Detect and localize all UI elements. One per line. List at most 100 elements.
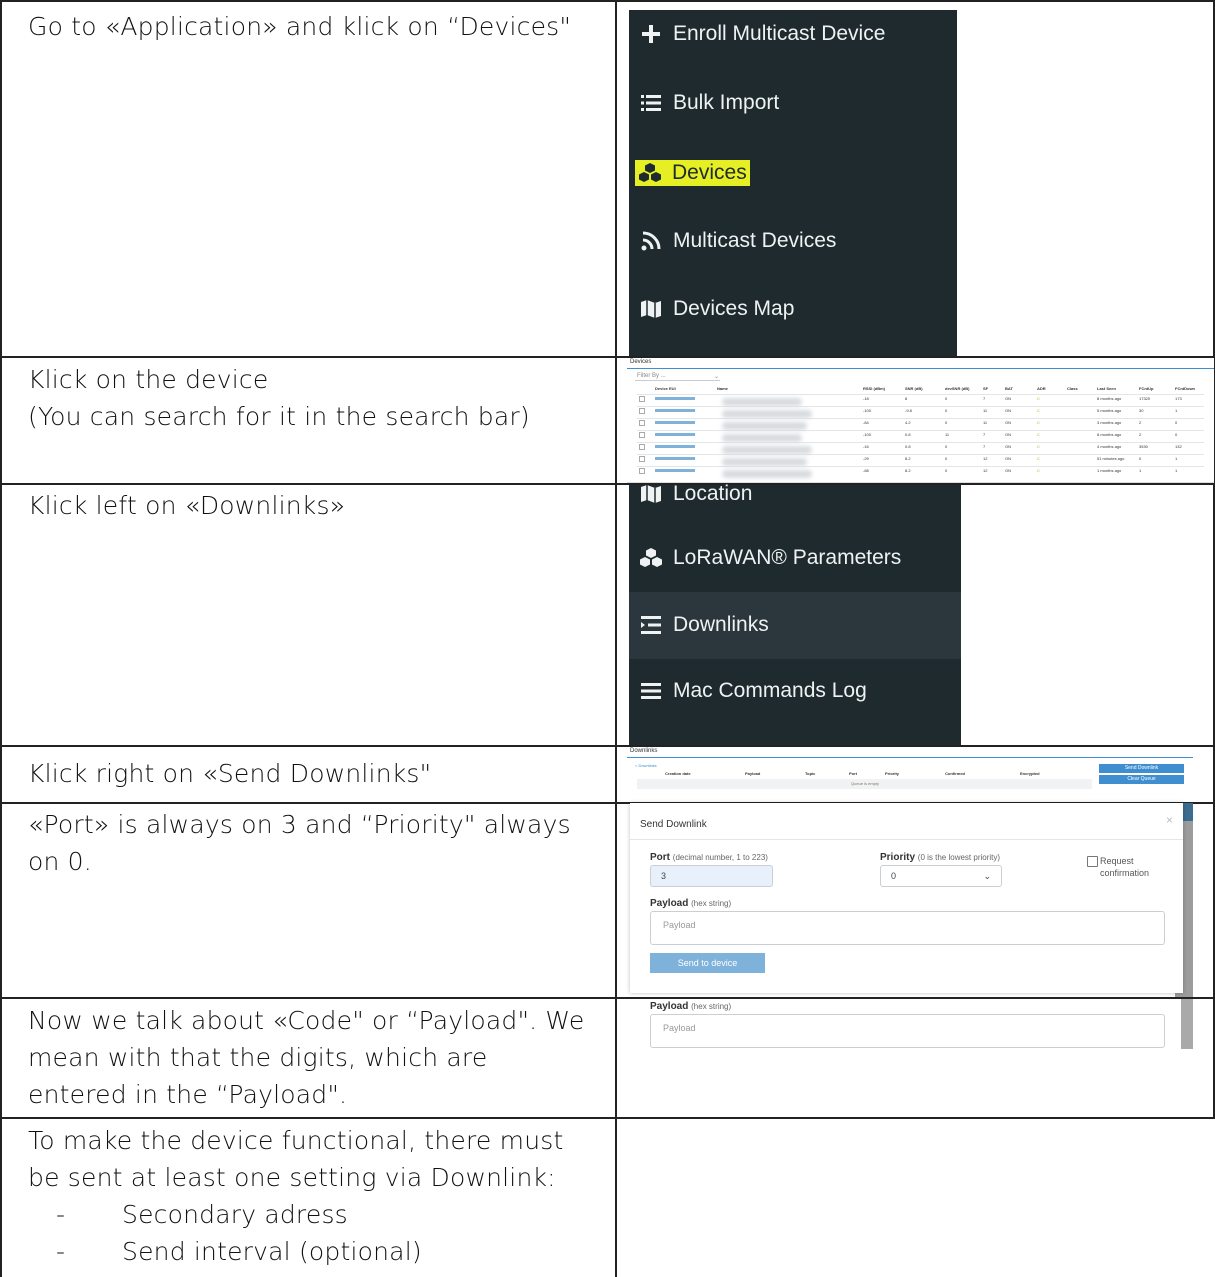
table-row[interactable] <box>637 394 1204 395</box>
devices-title: Devices <box>630 359 652 365</box>
table-cell: -68 <box>863 468 869 473</box>
device-eui-link[interactable] <box>655 457 695 460</box>
column-header[interactable]: SF <box>983 386 988 391</box>
table-row[interactable] <box>637 466 1204 467</box>
step-1-text: Go to «Application» and klick on “Device… <box>28 8 571 45</box>
downlinks-title: Downlinks <box>630 748 658 754</box>
downlinks-back-link[interactable]: < Downlinks <box>635 763 657 768</box>
device-eui-link[interactable] <box>655 397 695 400</box>
empty-queue-text: Queue is empty <box>851 781 880 786</box>
table-cell: ON <box>1005 432 1011 437</box>
menu-item-label: Devices Map <box>673 297 795 320</box>
table-row[interactable] <box>637 454 1204 455</box>
table-row[interactable] <box>637 430 1204 431</box>
clear-queue-button[interactable]: Clear Queue <box>1099 775 1184 784</box>
table-row[interactable] <box>637 406 1204 407</box>
priority-select[interactable]: 0 ⌄ <box>880 865 1002 887</box>
row-checkbox[interactable] <box>639 396 645 402</box>
table-cell: C <box>1037 432 1040 437</box>
column-header: Payload <box>745 771 761 776</box>
step-text-line: Klick right on «Send Downlinks" <box>28 759 432 788</box>
column-header[interactable]: devSNR (dB) <box>945 386 969 391</box>
table-cell: 0 <box>1175 432 1178 437</box>
step-2-text: Klick on the device (You can search for … <box>28 361 530 435</box>
column-header[interactable]: RSSI (dBm) <box>863 386 885 391</box>
payload-label-text: Payload <box>650 1001 689 1012</box>
row-checkbox[interactable] <box>639 456 645 462</box>
menu-item-multicast-devices[interactable]: Multicast Devices <box>639 229 836 253</box>
backdrop-strip <box>1181 999 1193 1049</box>
menu-item-mac-commands-log[interactable]: Mac Commands Log <box>639 679 867 703</box>
table-cell: 51 minutes ago <box>1097 456 1125 461</box>
menu-item-devices[interactable]: Devices <box>635 160 750 186</box>
column-header[interactable]: Class <box>1067 386 1078 391</box>
menu-item-location[interactable]: Location <box>639 482 752 506</box>
payload-textarea[interactable]: Payload <box>650 1014 1165 1048</box>
request-confirmation-label: Request confirmation <box>1100 856 1150 878</box>
table-row[interactable] <box>637 442 1204 443</box>
table-row[interactable] <box>637 418 1204 419</box>
table-cell: 0 <box>945 456 948 461</box>
device-eui-link[interactable] <box>655 445 695 448</box>
port-input[interactable]: 3 <box>650 865 773 887</box>
filter-input[interactable]: Filter By ... <box>637 373 666 379</box>
column-header[interactable]: Device EUI <box>655 386 676 391</box>
menu-item-devices-map[interactable]: Devices Map <box>639 297 794 321</box>
column-header[interactable]: SNR (dB) <box>905 386 923 391</box>
table-cell: 1 months ago <box>1097 468 1122 473</box>
send-downlink-button[interactable]: Send Downlink <box>1099 764 1184 773</box>
step-text-line: To make the device functional, there mus… <box>28 1126 564 1155</box>
modal-divider <box>630 839 1183 840</box>
column-header[interactable]: Name <box>717 386 728 391</box>
column-header[interactable]: BAT <box>1005 386 1013 391</box>
table-cell: 0 <box>945 396 948 401</box>
step-text-line: Klick on the device <box>28 365 269 394</box>
row-checkbox[interactable] <box>639 444 645 450</box>
row-divider <box>0 483 1215 485</box>
send-to-device-button[interactable]: Send to device <box>650 953 765 973</box>
port-hint: (decimal number, 1 to 223) <box>672 853 768 862</box>
row-checkbox[interactable] <box>639 420 645 426</box>
cubes-icon <box>639 163 661 182</box>
column-header[interactable]: FCntDown <box>1175 386 1195 391</box>
step-text-line: «Port» is always on 3 and “Priority" alw… <box>28 810 571 839</box>
rss-icon <box>641 231 661 251</box>
row-checkbox[interactable] <box>639 408 645 414</box>
close-icon[interactable]: × <box>1166 813 1173 827</box>
map-icon <box>641 300 661 319</box>
payload-textarea[interactable]: Payload <box>650 911 1165 945</box>
menu-item-enroll-multicast[interactable]: Enroll Multicast Device <box>639 22 885 46</box>
device-eui-link[interactable] <box>655 433 695 436</box>
column-header: Priority <box>885 771 900 776</box>
device-eui-link[interactable] <box>655 421 695 424</box>
row-checkbox[interactable] <box>639 432 645 438</box>
table-cell: 4 months ago <box>1097 444 1122 449</box>
column-header[interactable]: ADR <box>1037 386 1046 391</box>
device-eui-link[interactable] <box>655 409 695 412</box>
column-header: Creation date <box>665 771 691 776</box>
device-eui-link[interactable] <box>655 469 695 472</box>
port-label: Port (decimal number, 1 to 223) <box>650 852 768 863</box>
table-cell: ON <box>1005 396 1011 401</box>
table-cell: ON <box>1005 468 1011 473</box>
row-checkbox[interactable] <box>639 468 645 474</box>
step-text-line: (You can search for it in the search bar… <box>28 402 530 431</box>
menu-item-bulk-import[interactable]: Bulk Import <box>639 91 779 115</box>
menu-item-label: Mac Commands Log <box>673 679 867 702</box>
table-cell: 132 <box>1175 444 1182 449</box>
table-cell: 0 <box>945 444 948 449</box>
bullet-item: - Secondary adress <box>56 1200 348 1229</box>
column-header[interactable]: FCntUp <box>1139 386 1153 391</box>
devices-list-screenshot: Devices Filter By ... ⌄ Device EUI Name RS… <box>627 358 1214 483</box>
table-cell: 0 <box>945 468 948 473</box>
table-cell: 8 months ago <box>1097 432 1122 437</box>
column-header[interactable]: Last Seen <box>1097 386 1116 391</box>
step-3-text: Klick left on «Downlinks» <box>28 487 345 524</box>
request-confirmation-checkbox[interactable] <box>1087 856 1098 867</box>
menu-item-downlinks[interactable]: Downlinks <box>639 613 769 637</box>
step-text-line: be sent at least one setting via Downlin… <box>28 1163 556 1192</box>
table-cell: 1 <box>1139 468 1142 473</box>
table-column-divider <box>615 0 617 1277</box>
step-6-text: Now we talk about «Code" or “Payload". W… <box>28 1002 584 1113</box>
menu-item-lorawan-parameters[interactable]: LoRaWAN® Parameters <box>639 546 901 570</box>
